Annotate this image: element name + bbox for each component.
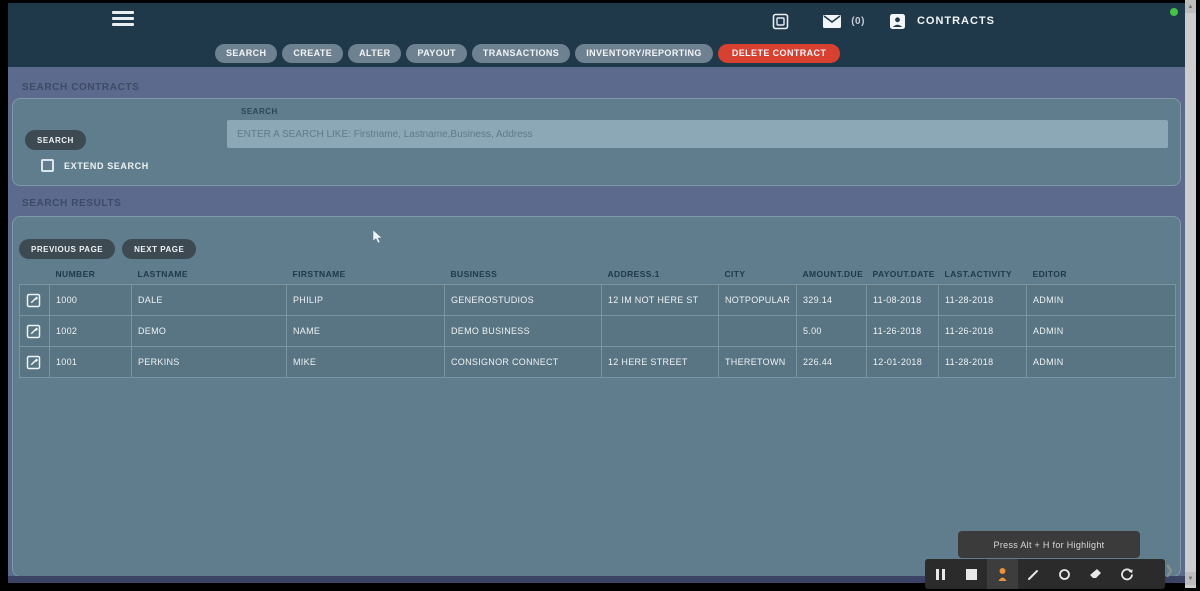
column-header: LASTNAME bbox=[131, 265, 287, 285]
table-cell: ADMIN bbox=[1026, 346, 1176, 378]
table-cell bbox=[718, 315, 797, 347]
search-input[interactable] bbox=[227, 120, 1168, 148]
table-cell: 11-26-2018 bbox=[938, 315, 1027, 347]
search-button[interactable]: SEARCH bbox=[25, 130, 86, 150]
refresh-icon[interactable] bbox=[1111, 559, 1142, 589]
table-cell: 11-28-2018 bbox=[938, 284, 1027, 316]
extend-search-label: EXTEND SEARCH bbox=[64, 160, 149, 171]
table-body: 1000 DALE PHILIP GENEROSTUDIOS 12 IM NOT HER… bbox=[19, 284, 1176, 378]
column-header: CITY bbox=[718, 265, 797, 285]
column-header: AMOUNT.DUE bbox=[796, 265, 867, 285]
table-cell: 226.44 bbox=[796, 346, 867, 378]
table-cell: DALE bbox=[131, 284, 287, 316]
eraser-icon[interactable] bbox=[1080, 559, 1111, 589]
table-cell: 12-01-2018 bbox=[866, 346, 939, 378]
table-header-row: NUMBER LASTNAME FIRSTNAME BUSINESS ADDRESS.1… bbox=[19, 265, 1176, 285]
search-panel: SEARCH SEARCH EXTEND SEARCH bbox=[12, 98, 1181, 186]
table-cell bbox=[601, 315, 719, 347]
edit-cell bbox=[19, 284, 50, 316]
hamburger-menu-icon[interactable] bbox=[112, 11, 134, 28]
table-cell: ADMIN bbox=[1026, 284, 1176, 316]
column-header: BUSINESS bbox=[444, 265, 602, 285]
next-page-button[interactable]: NEXT PAGE bbox=[122, 239, 197, 259]
search-input-label: SEARCH bbox=[241, 107, 278, 116]
table-cell: 5.00 bbox=[796, 315, 867, 347]
recorder-tooltip: Press Alt + H for Highlight bbox=[958, 531, 1140, 558]
nav-tabs: SEARCH CREATE ALTER PAYOUT TRANSACTIONS INVEN… bbox=[215, 44, 841, 63]
toolbar-expand-chevron-icon[interactable]: ❯ bbox=[1164, 563, 1174, 577]
pen-icon[interactable] bbox=[1018, 559, 1049, 589]
nav-tab-create[interactable]: CREATE bbox=[282, 44, 344, 63]
open-contract-icon[interactable] bbox=[26, 293, 41, 308]
nav-tab-transactions[interactable]: TRANSACTIONS bbox=[471, 44, 571, 63]
table-row: 1002 DEMO NAME DEMO BUSINESS 5.00 11-26-2018 1… bbox=[19, 315, 1176, 347]
table-row: 1001 PERKINS MIKE CONSIGNOR CONNECT 12 HERE … bbox=[19, 346, 1176, 378]
table-cell: PERKINS bbox=[131, 346, 287, 378]
table-cell: 329.14 bbox=[796, 284, 867, 316]
column-header: PAYOUT.DATE bbox=[866, 265, 939, 285]
table-cell: 11-26-2018 bbox=[866, 315, 939, 347]
nav-tab-payout[interactable]: PAYOUT bbox=[406, 44, 467, 63]
table-cell: 12 HERE STREET bbox=[601, 346, 719, 378]
previous-page-button[interactable]: PREVIOUS PAGE bbox=[19, 239, 116, 259]
table-cell: MIKE bbox=[286, 346, 445, 378]
table-cell: 1002 bbox=[49, 315, 132, 347]
table-cell: 1000 bbox=[49, 284, 132, 316]
results-panel: PREVIOUS PAGE NEXT PAGE NUMBER LASTNAME FI… bbox=[12, 216, 1181, 577]
screen: (0) CONTRACTS SEARCH CREATE ALTER PAYOUT TRA… bbox=[0, 0, 1200, 591]
nav-tab-inventory-reporting[interactable]: INVENTORY/REPORTING bbox=[575, 44, 713, 63]
table-cell: 12 IM NOT HERE ST bbox=[601, 284, 719, 316]
extend-search-checkbox[interactable] bbox=[41, 159, 54, 172]
vertical-scrollbar[interactable]: ▲ ▼ bbox=[1185, 0, 1196, 588]
table-cell: NAME bbox=[286, 315, 445, 347]
search-contracts-title: SEARCH CONTRACTS bbox=[22, 82, 140, 93]
app-window: (0) CONTRACTS SEARCH CREATE ALTER PAYOUT TRA… bbox=[8, 3, 1185, 583]
apps-grid-icon[interactable] bbox=[771, 12, 789, 30]
table-cell: 1001 bbox=[49, 346, 132, 378]
highlight-cursor-icon[interactable] bbox=[987, 559, 1018, 589]
table-cell: NOTPOPULAR bbox=[718, 284, 797, 316]
table-cell: ADMIN bbox=[1026, 315, 1176, 347]
stop-icon[interactable] bbox=[956, 559, 987, 589]
column-header: ADDRESS.1 bbox=[601, 265, 719, 285]
column-header: NUMBER bbox=[49, 265, 132, 285]
results-table: NUMBER LASTNAME FIRSTNAME BUSINESS ADDRESS.1… bbox=[19, 265, 1176, 378]
search-results-title: SEARCH RESULTS bbox=[22, 198, 122, 209]
column-header: LAST.ACTIVITY bbox=[938, 265, 1027, 285]
account-box-icon[interactable] bbox=[889, 12, 907, 30]
mouse-cursor bbox=[372, 229, 384, 250]
top-navbar: (0) CONTRACTS SEARCH CREATE ALTER PAYOUT TRA… bbox=[8, 3, 1185, 67]
edit-cell bbox=[19, 315, 50, 347]
table-cell: GENEROSTUDIOS bbox=[444, 284, 602, 316]
scrollbar-up-arrow[interactable]: ▲ bbox=[1185, 0, 1196, 13]
table-cell: THERETOWN bbox=[718, 346, 797, 378]
mail-icon[interactable] bbox=[823, 12, 842, 30]
table-cell: 11-28-2018 bbox=[938, 346, 1027, 378]
scrollbar-down-arrow[interactable]: ▼ bbox=[1185, 572, 1196, 585]
column-header: FIRSTNAME bbox=[286, 265, 445, 285]
edit-cell bbox=[19, 346, 50, 378]
app-title: CONTRACTS bbox=[916, 15, 995, 27]
open-contract-icon[interactable] bbox=[26, 324, 41, 339]
table-cell: DEMO bbox=[131, 315, 287, 347]
nav-tab-search[interactable]: SEARCH bbox=[215, 44, 278, 63]
mail-count: (0) bbox=[851, 15, 865, 27]
table-cell: 11-08-2018 bbox=[866, 284, 939, 316]
recorder-toolbar bbox=[925, 559, 1165, 589]
nav-tab-delete-contract[interactable]: DELETE CONTRACT bbox=[717, 44, 841, 63]
table-cell: PHILIP bbox=[286, 284, 445, 316]
table-row: 1000 DALE PHILIP GENEROSTUDIOS 12 IM NOT HER… bbox=[19, 284, 1176, 316]
shape-circle-icon[interactable] bbox=[1049, 559, 1080, 589]
column-header: EDITOR bbox=[1026, 265, 1176, 285]
nav-tab-alter[interactable]: ALTER bbox=[348, 44, 402, 63]
open-contract-icon[interactable] bbox=[26, 355, 41, 370]
table-cell: DEMO BUSINESS bbox=[444, 315, 602, 347]
pause-icon[interactable] bbox=[925, 559, 956, 589]
table-cell: CONSIGNOR CONNECT bbox=[444, 346, 602, 378]
status-dot bbox=[1170, 8, 1178, 16]
